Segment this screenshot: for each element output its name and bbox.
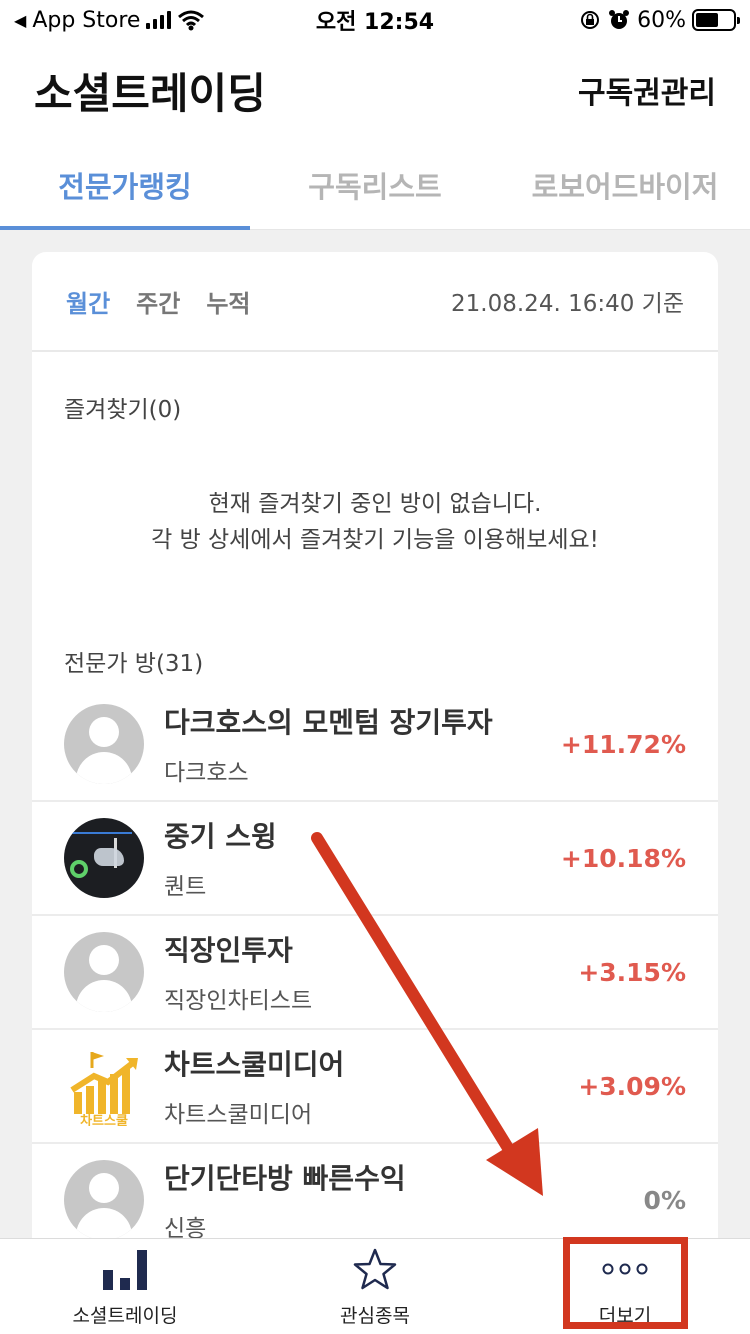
room-title: 중기 스윙 xyxy=(164,820,277,853)
empty-message-line1: 현재 즐겨찾기 중인 방이 없습니다. xyxy=(208,491,542,517)
room-return: +11.72% xyxy=(560,729,686,759)
svg-text:차트스쿨: 차트스쿨 xyxy=(80,1113,128,1126)
favorites-label: 즐겨찾기(0) xyxy=(64,397,182,423)
expert-rooms-label: 전문가 방(31) xyxy=(64,651,204,677)
list-item[interactable]: 차트스쿨 차트스쿨미디어 차트스쿨미디어 +3.09% xyxy=(32,1030,718,1144)
avatar xyxy=(64,932,144,1012)
room-return: +10.18% xyxy=(560,843,686,873)
period-monthly[interactable]: 월간 xyxy=(66,284,110,319)
bottom-nav: 소셜트레이딩 관심종목 더보기 xyxy=(0,1238,750,1334)
room-owner: 퀀트 xyxy=(164,874,207,900)
tab-expert-ranking[interactable]: 전문가랭킹 xyxy=(0,140,250,230)
list-item[interactable]: 중기 스윙 퀀트 +10.18% xyxy=(32,802,718,916)
favorites-empty-message: 현재 즐겨찾기 중인 방이 없습니다. 각 방 상세에서 즐겨찾기 기능을 이용… xyxy=(32,486,718,558)
back-arrow-icon: ◀ xyxy=(14,10,27,30)
nav-label: 관심종목 xyxy=(340,1305,410,1327)
list-item[interactable]: 직장인투자 직장인차티스트 +3.15% xyxy=(32,916,718,1030)
battery-percent: 60% xyxy=(637,7,686,33)
room-return: 0% xyxy=(643,1185,686,1215)
status-right: 60% xyxy=(579,7,740,33)
room-owner: 신흥 xyxy=(164,1216,207,1238)
period-cumulative[interactable]: 누적 xyxy=(206,284,250,319)
tab-subscription-list[interactable]: 구독리스트 xyxy=(250,140,500,229)
period-weekly[interactable]: 주간 xyxy=(136,284,180,319)
back-app-label: App Store xyxy=(32,7,141,33)
room-owner: 차트스쿨미디어 xyxy=(164,1102,313,1128)
tab-robo-advisor[interactable]: 로보어드바이저 xyxy=(500,140,750,229)
room-title: 직장인투자 xyxy=(164,934,293,967)
avatar xyxy=(64,818,144,898)
period-filter-row: 월간 주간 누적 21.08.24. 16:40 기준 xyxy=(32,252,718,352)
status-bar: ◀ App Store 오전 12:54 60% xyxy=(0,0,750,40)
avatar xyxy=(64,704,144,784)
nav-watchlist[interactable]: 관심종목 xyxy=(250,1239,500,1334)
expert-room-list: 다크호스의 모멘텀 장기투자 다크호스 +11.72% 중기 스윙 퀀트 +10… xyxy=(32,688,718,1238)
alarm-icon xyxy=(609,10,630,29)
signal-icon xyxy=(146,11,172,29)
nav-more[interactable]: 더보기 xyxy=(500,1239,750,1334)
room-title: 단기단타방 빠른수익 xyxy=(164,1162,406,1195)
room-title: 다크호스의 모멘텀 장기투자 xyxy=(164,706,493,739)
top-tabs: 전문가랭킹 구독리스트 로보어드바이저 xyxy=(0,140,750,230)
wifi-icon xyxy=(178,10,205,31)
room-title: 차트스쿨미디어 xyxy=(164,1048,345,1081)
chart-school-logo: 차트스쿨 xyxy=(64,1046,144,1126)
list-item[interactable]: 다크호스의 모멘텀 장기투자 다크호스 +11.72% xyxy=(32,688,718,802)
main-content[interactable]: 월간 주간 누적 21.08.24. 16:40 기준 즐겨찾기(0) 현재 즐… xyxy=(0,230,750,1238)
nav-label: 소셜트레이딩 xyxy=(72,1305,178,1327)
room-return: +3.15% xyxy=(578,957,686,987)
ranking-card: 월간 주간 누적 21.08.24. 16:40 기준 즐겨찾기(0) 현재 즐… xyxy=(32,252,718,1238)
app-header: 소셜트레이딩 구독권관리 xyxy=(0,40,750,140)
nav-social-trading[interactable]: 소셜트레이딩 xyxy=(0,1239,250,1334)
rotation-lock-icon xyxy=(581,11,600,29)
list-item[interactable]: 단기단타방 빠른수익 신흥 0% xyxy=(32,1144,718,1238)
battery-icon xyxy=(692,9,740,31)
empty-message-line2: 각 방 상세에서 즐겨찾기 기능을 이용해보세요! xyxy=(151,527,599,553)
avatar xyxy=(64,1160,144,1238)
room-owner: 직장인차티스트 xyxy=(164,988,313,1014)
room-owner: 다크호스 xyxy=(164,760,249,786)
battery-fill xyxy=(696,13,718,27)
nav-label: 더보기 xyxy=(598,1305,652,1327)
page-title: 소셜트레이딩 xyxy=(34,68,266,118)
data-timestamp: 21.08.24. 16:40 기준 xyxy=(451,291,684,317)
room-return: +3.09% xyxy=(578,1071,686,1101)
star-icon xyxy=(353,1248,397,1290)
bar-chart-icon xyxy=(103,1250,147,1290)
subscription-manage-link[interactable]: 구독권관리 xyxy=(578,68,716,112)
back-to-app[interactable]: ◀ App Store xyxy=(14,8,205,33)
more-dots-icon xyxy=(602,1263,648,1275)
period-filters: 월간 주간 누적 xyxy=(66,284,251,319)
